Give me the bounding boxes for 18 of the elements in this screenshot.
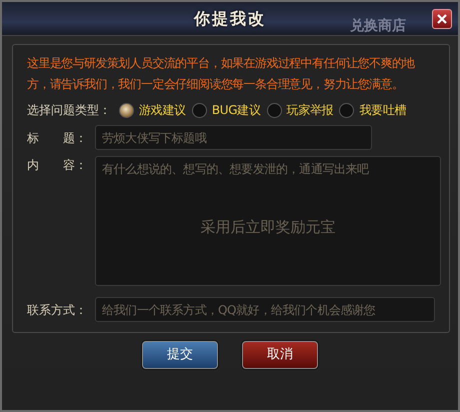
submit-button[interactable]: 提交 (142, 341, 218, 369)
field-label: 内 容： (27, 157, 88, 174)
title-field[interactable]: 劳烦大侠写下标题哦 (95, 125, 372, 150)
radio-option[interactable]: 我要吐槽 (339, 101, 406, 119)
intro-text: 这里是您与研发策划人员交流的平台，如果在游戏过程中有任何让您不爽的地方，请告诉我们，我们一定会仔细阅读您每一条合理意见，努力让您满意。 (27, 55, 416, 93)
background-text: 兑换商店 (350, 16, 406, 36)
reward-hint: 采用后立即奖励元宝 (200, 218, 336, 236)
cancel-button[interactable]: 取消 (242, 341, 318, 369)
field-label: 标 题： (27, 130, 88, 146)
radio-option[interactable]: 玩家举报 (266, 101, 334, 119)
close-button[interactable] (432, 9, 452, 29)
close-icon (437, 14, 447, 24)
field-label: 联系方式： (27, 302, 88, 318)
radio-option[interactable]: 游戏建议 (119, 101, 186, 119)
window-title: 你提我改 (194, 8, 266, 30)
radio-option[interactable]: BUG建议 (192, 101, 261, 119)
contact-field[interactable]: 给我们一个联系方式，QQ就好，给我们个机会感谢您 (95, 297, 435, 322)
type-label: 选择问题类型： (27, 102, 111, 119)
